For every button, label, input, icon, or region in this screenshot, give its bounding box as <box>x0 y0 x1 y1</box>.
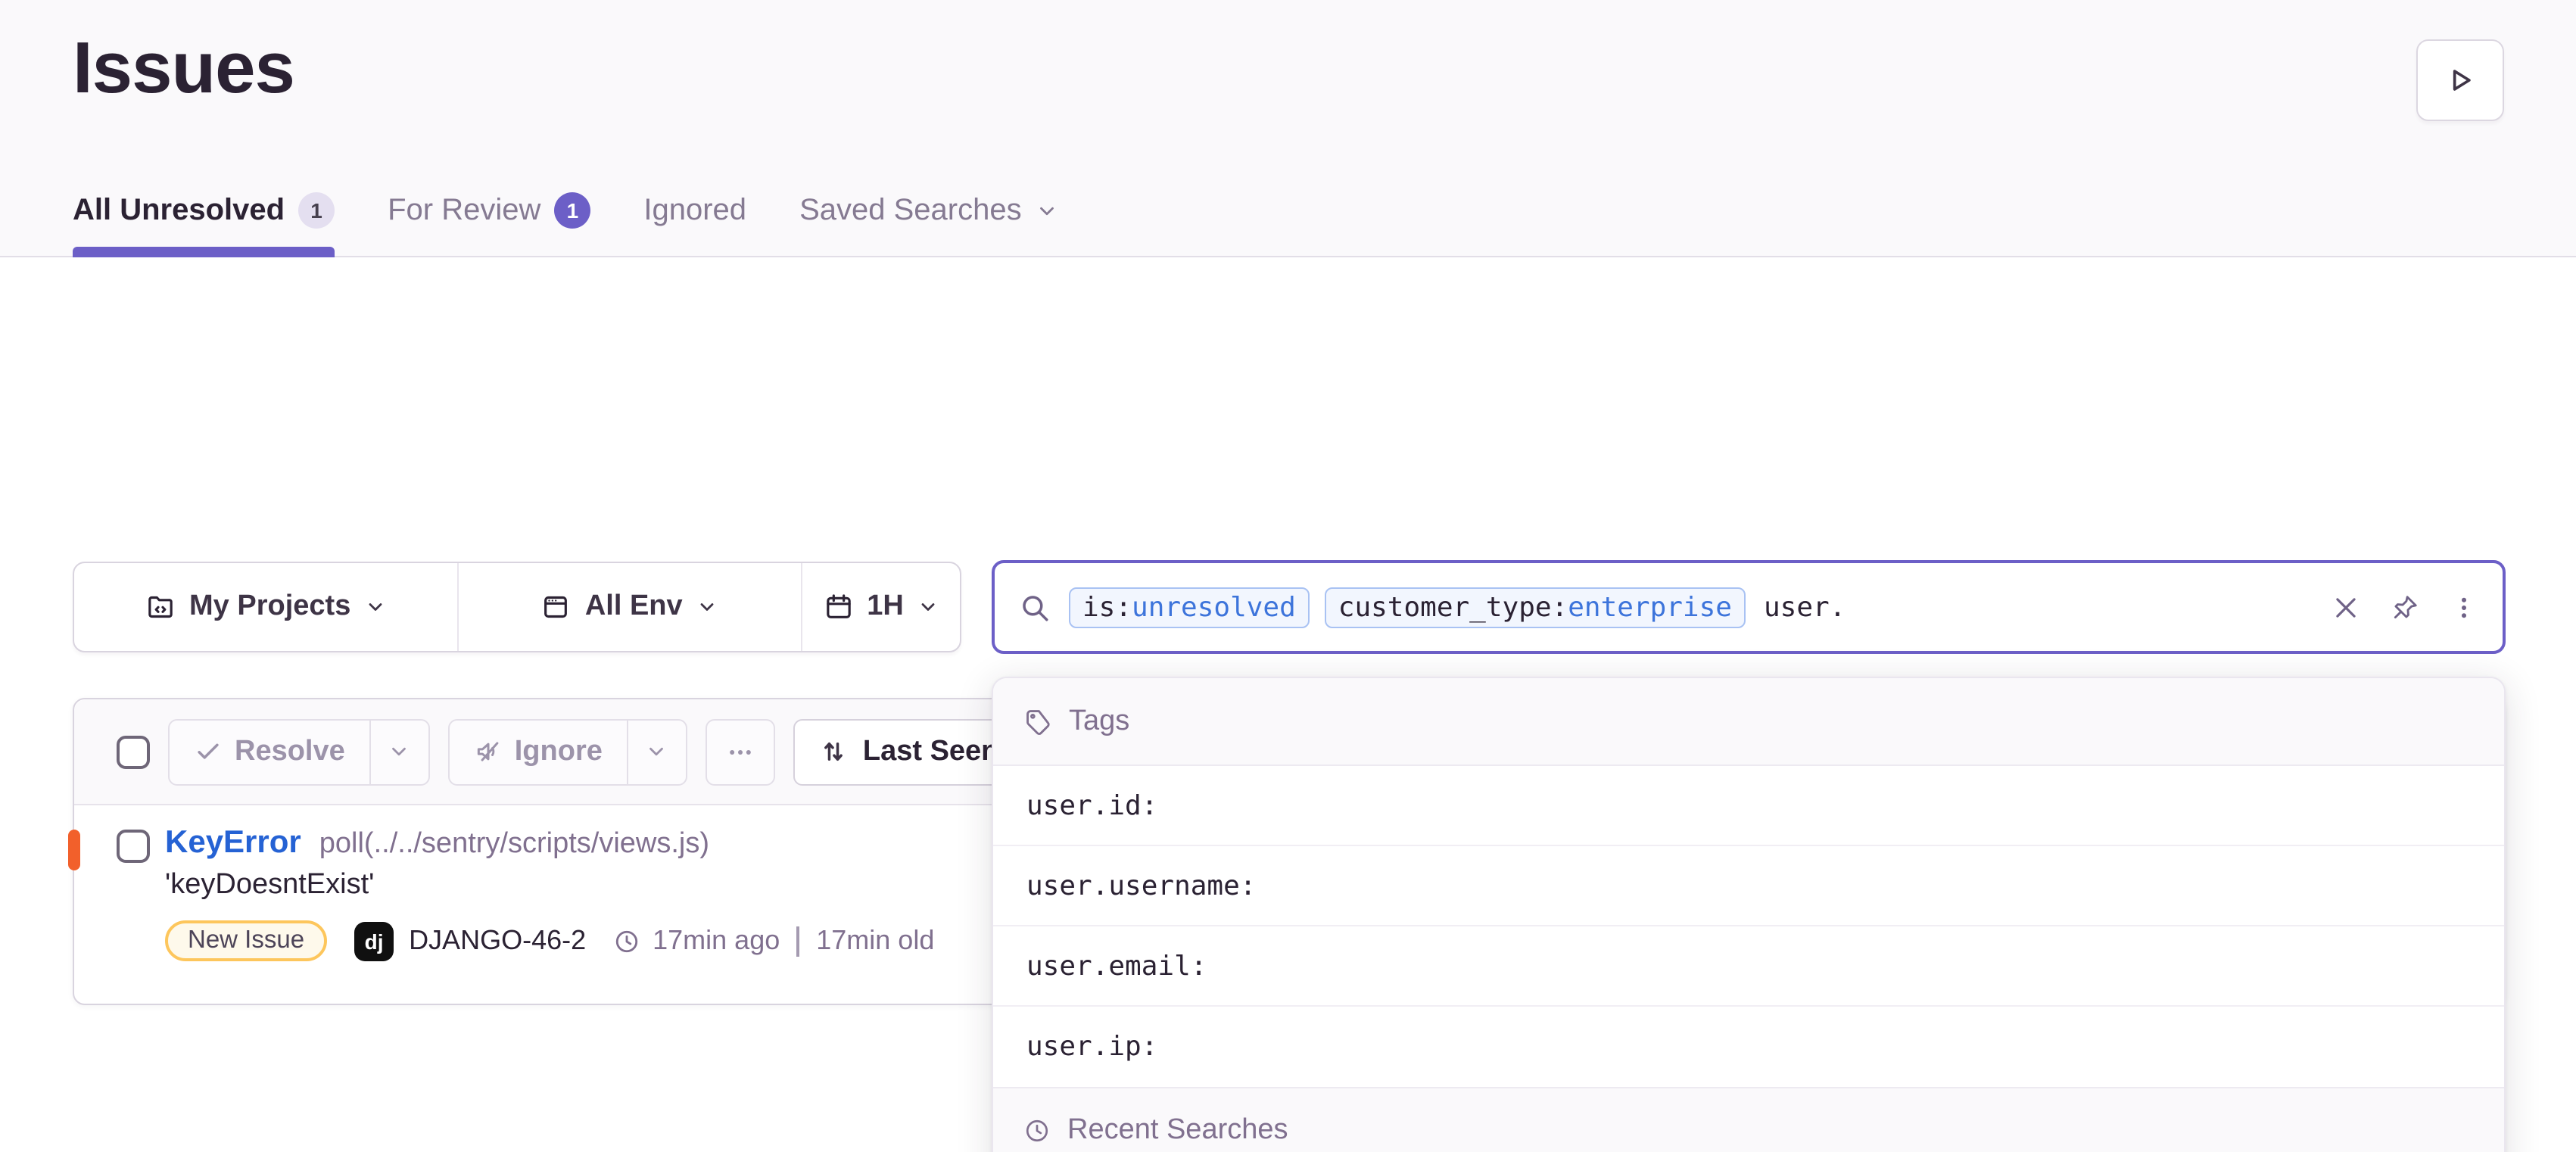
search-draft-text: user. <box>1764 591 1846 623</box>
mute-icon <box>474 737 503 766</box>
environment-filter[interactable]: All Env <box>458 563 802 651</box>
issue-checkbox[interactable] <box>117 830 150 863</box>
search-icon <box>1019 591 1051 623</box>
tab-count-badge: 1 <box>298 192 335 229</box>
window-icon <box>541 592 572 622</box>
clock-icon <box>613 927 640 954</box>
chevron-down-icon <box>696 596 718 618</box>
issues-page: Issues All Unresolved 1 For Review 1 Ign… <box>0 0 2576 1152</box>
page-title: Issues <box>73 27 294 111</box>
chevron-down-icon <box>646 740 668 763</box>
resolve-label: Resolve <box>235 735 345 768</box>
time-separator <box>796 926 799 956</box>
search-token-status[interactable]: is:unresolved <box>1069 587 1310 627</box>
tag-suggestion-user-id[interactable]: user.id: <box>993 766 2504 846</box>
tab-bar: All Unresolved 1 For Review 1 Ignored Sa… <box>73 192 1058 256</box>
tab-saved-searches[interactable]: Saved Searches <box>799 194 1058 256</box>
token-value: unresolved <box>1132 591 1296 623</box>
token-value: enterprise <box>1568 591 1732 623</box>
tag-suggestion-user-username[interactable]: user.username: <box>993 846 2504 926</box>
chevron-down-icon <box>388 740 411 763</box>
more-actions-button[interactable] <box>706 718 775 785</box>
overflow-menu-icon[interactable] <box>2450 593 2478 621</box>
issue-title-link[interactable]: KeyError <box>165 825 301 861</box>
issue-times: 17min ago 17min old <box>613 925 934 957</box>
tab-label: All Unresolved <box>73 193 285 228</box>
tab-ignored[interactable]: Ignored <box>643 194 746 256</box>
page-header: Issues All Unresolved 1 For Review 1 Ign… <box>0 0 2576 257</box>
tag-icon <box>1023 707 1052 736</box>
tab-for-review[interactable]: For Review 1 <box>388 192 590 256</box>
issue-short-id: DJANGO-46-2 <box>409 925 586 957</box>
project-group: dj DJANGO-46-2 <box>354 921 586 961</box>
error-level-indicator <box>68 830 80 870</box>
new-issue-badge: New Issue <box>165 920 327 961</box>
ignore-button-group: Ignore <box>448 718 687 785</box>
tag-suggestion-user-email[interactable]: user.email: <box>993 926 2504 1007</box>
sort-last-seen-button[interactable]: Last Seen <box>793 718 1025 785</box>
token-key: customer_type: <box>1338 591 1568 623</box>
recent-searches-label: Recent Searches <box>1067 1114 1288 1147</box>
issue-age: 17min old <box>816 925 934 957</box>
tab-label: For Review <box>388 193 540 228</box>
search-autocomplete-dropdown: Tags user.id: user.username: user.email:… <box>992 677 2506 1152</box>
filter-bar: My Projects All Env 1H <box>73 562 961 652</box>
pin-icon[interactable] <box>2391 593 2419 621</box>
project-filter-label: My Projects <box>189 590 350 624</box>
date-range-label: 1H <box>867 590 904 624</box>
play-icon <box>2444 64 2477 97</box>
recent-searches-section-header: Recent Searches <box>993 1087 2504 1152</box>
ignore-dropdown-button[interactable] <box>627 718 687 785</box>
tab-label: Ignored <box>643 194 746 229</box>
ellipsis-icon <box>725 736 755 767</box>
issue-last-seen: 17min ago <box>653 925 780 957</box>
date-range-filter[interactable]: 1H <box>802 563 960 651</box>
ignore-label: Ignore <box>515 735 603 768</box>
resolve-button-group: Resolve <box>168 718 430 785</box>
issue-culprit: poll(../../sentry/scripts/views.js) <box>319 828 709 861</box>
tab-label: Saved Searches <box>799 194 1022 229</box>
chevron-down-icon <box>917 596 939 618</box>
check-icon <box>194 737 223 766</box>
clock-icon <box>1023 1117 1051 1144</box>
tab-count-badge: 1 <box>554 192 590 229</box>
project-filter[interactable]: My Projects <box>74 563 458 651</box>
search-input[interactable]: is:unresolved customer_type:enterprise u… <box>992 560 2506 654</box>
calendar-icon <box>823 592 853 622</box>
environment-filter-label: All Env <box>585 590 683 624</box>
clear-icon[interactable] <box>2331 593 2360 621</box>
chevron-down-icon <box>1036 200 1058 223</box>
active-tab-underline <box>73 247 335 257</box>
resolve-dropdown-button[interactable] <box>369 718 430 785</box>
django-platform-icon: dj <box>354 921 394 961</box>
resolve-button[interactable]: Resolve <box>168 718 371 785</box>
play-button[interactable] <box>2416 39 2504 121</box>
search-actions <box>2331 593 2478 621</box>
select-all-checkbox[interactable] <box>117 735 150 768</box>
sort-arrows-icon <box>819 737 848 766</box>
sort-label: Last Seen <box>863 735 999 768</box>
tag-suggestion-user-ip[interactable]: user.ip: <box>993 1007 2504 1087</box>
tab-all-unresolved[interactable]: All Unresolved 1 <box>73 192 335 256</box>
search-token-customer-type[interactable]: customer_type:enterprise <box>1325 587 1746 627</box>
tags-section-header: Tags <box>993 678 2504 766</box>
tags-section-label: Tags <box>1069 705 1129 738</box>
token-key: is: <box>1082 591 1132 623</box>
chevron-down-icon <box>364 596 385 618</box>
project-folder-icon <box>145 592 176 622</box>
ignore-button[interactable]: Ignore <box>448 718 628 785</box>
